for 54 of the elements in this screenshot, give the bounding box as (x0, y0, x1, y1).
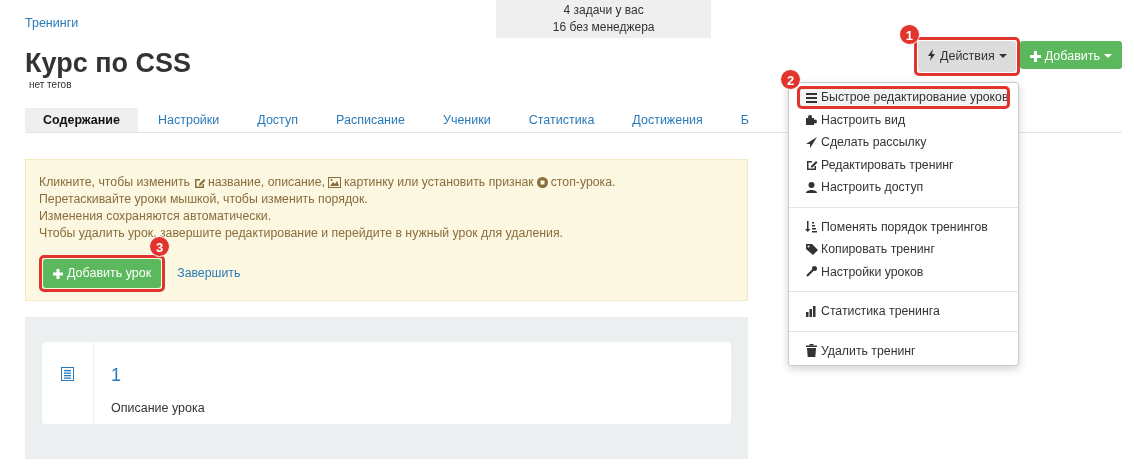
step-number-badge: 1 (898, 24, 920, 45)
image-icon (327, 177, 341, 188)
hint-text: Изменения сохраняются автоматически. (39, 209, 272, 223)
tab[interactable]: Б (722, 108, 768, 132)
plus-icon (53, 268, 63, 279)
step-number-badge: 2 (780, 69, 801, 90)
task-count-text: 4 задачи у вас (562, 2, 645, 19)
list-icon (805, 90, 818, 104)
wrench-icon (805, 265, 818, 279)
lesson-description: Описание урока (111, 400, 205, 417)
tab[interactable]: Содержание (25, 108, 138, 132)
finish-link[interactable]: Завершить (177, 265, 241, 282)
stop-icon (536, 177, 548, 188)
menu-item[interactable]: Настроить вид (789, 108, 1018, 131)
tab[interactable]: Статистика (510, 108, 613, 132)
puzzle-icon (805, 113, 818, 127)
step-number-badge: 3 (149, 236, 170, 257)
actions-button[interactable]: Действия (917, 41, 1016, 72)
tab[interactable]: Ученики (424, 108, 509, 132)
user-icon (805, 180, 818, 194)
hint-text: картинку или установить признак (343, 175, 534, 189)
tags-text: нет тегов (29, 78, 73, 92)
menu-item[interactable]: Настройки уроков (789, 260, 1018, 283)
hint-text: Кликните, чтобы изменить (39, 175, 190, 189)
menu-item[interactable]: Сделать рассылку (789, 131, 1018, 154)
edit-icon (805, 158, 818, 172)
document-icon (61, 367, 74, 381)
breadcrumb-link[interactable]: Тренинги (25, 14, 79, 33)
tab[interactable]: Настройки (140, 108, 238, 132)
tab[interactable]: Расписание (318, 108, 423, 132)
hint-text: стоп-урока. (550, 175, 616, 189)
paper-plane-icon (805, 135, 818, 149)
menu-item[interactable]: Удалить тренинг (789, 339, 1018, 362)
hint-text: Перетаскивайте уроки мышкой, чтобы изменить порядок. (39, 192, 368, 206)
task-count-text: 16 без менеджера (551, 19, 656, 36)
tab[interactable]: Доступ (239, 108, 316, 132)
menu-item[interactable]: Статистика тренинга (789, 300, 1018, 323)
bar-chart-icon (805, 304, 818, 318)
sort-icon (805, 220, 818, 234)
menu-item[interactable]: Быстрое редактирование уроков (797, 86, 1010, 109)
trash-icon (805, 344, 818, 358)
menu-item[interactable]: Поменять порядок тренингов (789, 215, 1018, 238)
page-title: Курс по CSS (25, 50, 191, 77)
menu-item[interactable]: Редактировать тренинг (789, 153, 1018, 176)
plus-icon (1029, 51, 1041, 63)
edit-icon (192, 176, 205, 188)
tab[interactable]: Достижения (614, 108, 721, 132)
tag-icon (805, 242, 818, 256)
lesson-card[interactable]: 1 Описание урока (42, 342, 731, 424)
lightning-icon (926, 49, 936, 61)
menu-item[interactable]: Копировать тренинг (789, 238, 1018, 261)
lesson-number: 1 (111, 364, 122, 387)
menu-item[interactable]: Настроить доступ (789, 176, 1018, 199)
hint-text: название, описание, (207, 175, 325, 189)
